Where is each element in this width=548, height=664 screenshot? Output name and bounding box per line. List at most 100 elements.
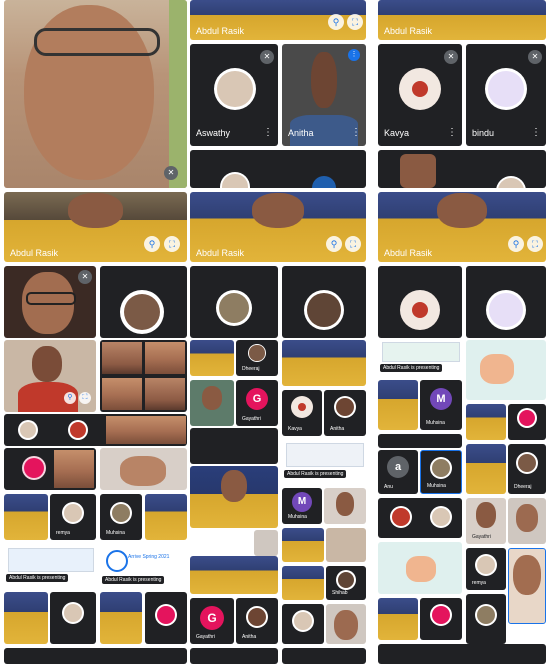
- participant-tile-muhsina-2[interactable]: [50, 592, 96, 644]
- participant-tile-abdul-c2e[interactable]: [282, 566, 324, 600]
- participant-tile-abdul-3[interactable]: Abdul Rasik ⚲ ⛶: [378, 192, 546, 262]
- participant-tile-c2-face[interactable]: [324, 488, 366, 524]
- participant-tile-abdul-bottom-2[interactable]: [100, 592, 142, 644]
- avatar-letter: G: [246, 388, 268, 410]
- participant-tile-remya[interactable]: [190, 266, 278, 338]
- slide-presenting-c3[interactable]: Abdul Rasik is presenting: [378, 340, 462, 376]
- participant-tile-muhsina-c3b[interactable]: [508, 404, 546, 440]
- cartoon-figure: [480, 354, 514, 384]
- participant-name: Abdul Rasik: [10, 248, 59, 258]
- participant-tile-remya-c3[interactable]: remya: [466, 548, 506, 590]
- participant-tile-c3-glasses[interactable]: [508, 498, 546, 544]
- participant-tile-shihab-c2[interactable]: Shihab: [326, 566, 366, 600]
- participant-tile-abdul-c2a[interactable]: [190, 340, 234, 376]
- participant-tile-lady-red[interactable]: ⚲ ⛶: [4, 340, 96, 412]
- pin-icon[interactable]: ⚲: [326, 236, 342, 252]
- participant-tile-abdul-c2d[interactable]: [282, 528, 324, 562]
- participant-tile-lady-video[interactable]: [100, 448, 187, 490]
- avatar: [120, 290, 164, 334]
- slide-cartoon-c3[interactable]: [378, 542, 462, 594]
- slide-thumb[interactable]: Arrive Spring 2021 Abdul Rasik is presen…: [100, 544, 187, 588]
- participant-tile-abdul-1[interactable]: Abdul Rasik ⚲ ⛶: [4, 192, 187, 262]
- participant-tile-anitha[interactable]: ⋮ Anitha ⋮: [282, 44, 366, 146]
- participant-tile-c2-glasses[interactable]: [326, 604, 366, 644]
- participant-tile-c2-small[interactable]: [326, 528, 366, 562]
- slide-presenting[interactable]: Abdul Rasik is presenting: [4, 544, 96, 588]
- avatar-letter: M: [292, 492, 312, 512]
- fullscreen-icon[interactable]: ⛶: [527, 236, 543, 252]
- participant-tile-muhsina-c3[interactable]: M Muhsina: [420, 380, 462, 430]
- participant-tile-c3-lady[interactable]: [508, 548, 546, 624]
- participant-tile-kavya[interactable]: ✕ Kavya ⋮: [378, 44, 462, 146]
- pin-icon[interactable]: ⚲: [508, 236, 524, 252]
- participant-tile-c3-bottom: [378, 644, 546, 664]
- participant-tile-muhsina[interactable]: Muhsina: [100, 494, 142, 540]
- participant-tile-kavya-2[interactable]: [378, 266, 462, 338]
- avatar: [22, 456, 46, 480]
- participant-tile-muhsina-c3d[interactable]: [420, 598, 462, 640]
- fullscreen-icon[interactable]: ⛶: [164, 236, 180, 252]
- participant-tile-anitha-c2[interactable]: Anitha: [324, 390, 366, 436]
- participant-tile-anu[interactable]: a Anu: [378, 450, 418, 494]
- participant-tile-c2-lady[interactable]: [190, 380, 234, 426]
- participant-tile-abdul-small[interactable]: [4, 494, 48, 540]
- more-vert-icon[interactable]: ⋮: [531, 128, 541, 138]
- participant-tile-grid-small: [100, 340, 187, 412]
- participant-tile-muhsina-c3c[interactable]: Muhsina: [420, 450, 462, 494]
- avatar: [475, 554, 497, 576]
- participant-tile-c2-video[interactable]: [254, 530, 278, 556]
- participant-tile-abdul-c3d[interactable]: [378, 598, 418, 640]
- video-feed: [145, 378, 185, 410]
- avatar: [496, 176, 526, 188]
- participant-tile-aswathy[interactable]: ✕ Aswathy ⋮: [190, 44, 278, 146]
- participant-tile-abdul-c3b[interactable]: [466, 404, 506, 440]
- fullscreen-icon[interactable]: ⛶: [345, 236, 361, 252]
- participant-tile-nimisha[interactable]: ✕: [4, 266, 96, 338]
- participant-tile-gayathri-c3[interactable]: Gayathri: [466, 498, 506, 544]
- participant-tile-c3-avatar[interactable]: [378, 498, 462, 538]
- participant-tile-dheeraj-c3[interactable]: Dheeraj: [508, 444, 546, 494]
- pin-icon[interactable]: ⚲: [144, 236, 160, 252]
- participant-tile-row5: [4, 448, 96, 490]
- participant-tile-abdul-top-3[interactable]: Abdul Rasik: [378, 0, 546, 40]
- more-vert-icon[interactable]: ⋮: [351, 128, 361, 138]
- participant-tile-dheeraj-c2[interactable]: Dheeraj: [236, 340, 278, 376]
- avatar: [517, 408, 537, 428]
- pin-icon[interactable]: ⚲: [64, 392, 76, 404]
- participant-tile-abdul-small-2[interactable]: [145, 494, 187, 540]
- participant-tile-pink[interactable]: [145, 592, 187, 644]
- participant-tile-abdul-c3a[interactable]: [378, 380, 418, 430]
- more-vert-icon[interactable]: ⋮: [263, 128, 273, 138]
- participant-tile-abdul-bottom-1[interactable]: [4, 592, 48, 644]
- participant-tile-abdul-top[interactable]: Abdul Rasik ⚲ ⛶: [190, 0, 366, 40]
- participant-tile-bindu-2[interactable]: [466, 266, 546, 338]
- participant-tile-gayathri-2[interactable]: G Gayathri: [190, 598, 234, 644]
- participant-tile-dheeraj[interactable]: [100, 266, 187, 338]
- more-vert-icon[interactable]: ⋮: [447, 128, 457, 138]
- participant-tile-gayathri[interactable]: G Gayathri: [236, 380, 278, 426]
- participant-tile-abdul-c2-b[interactable]: [190, 556, 278, 594]
- participant-tile-abdul-c2c[interactable]: [282, 340, 366, 386]
- avatar: [155, 604, 177, 626]
- slide-cartoon[interactable]: [466, 340, 546, 400]
- participant-tile-bindu[interactable]: ✕ bindu ⋮: [466, 44, 546, 146]
- participant-name: remya: [56, 530, 70, 536]
- participant-tile-abdul-c2-big[interactable]: [190, 466, 278, 528]
- avatar-letter: a: [387, 456, 409, 478]
- participant-tile-muhsina-c2[interactable]: M Muhsina: [282, 488, 322, 524]
- participant-tile-shihab[interactable]: [282, 266, 366, 338]
- participant-name: Muhsina: [106, 530, 125, 536]
- presenting-banner: Abdul Rasik is presenting: [284, 470, 347, 478]
- participant-tile-gayathri-c2[interactable]: [282, 604, 324, 644]
- avatar: [516, 452, 538, 474]
- participant-tile-abdul-c3c[interactable]: [466, 444, 506, 494]
- participant-tile-kavya-c2[interactable]: Kavya: [282, 390, 322, 436]
- fullscreen-icon[interactable]: ⛶: [79, 392, 91, 404]
- participant-tile-abdul-2[interactable]: Abdul Rasik ⚲ ⛶: [190, 192, 366, 262]
- fullscreen-icon[interactable]: ⛶: [347, 14, 363, 30]
- participant-tile-anitha-2[interactable]: Anitha: [236, 598, 278, 644]
- participant-tile-main[interactable]: ✕: [4, 0, 187, 188]
- pin-icon[interactable]: ⚲: [328, 14, 344, 30]
- slide-presenting-c2[interactable]: Abdul Rasik is presenting: [282, 440, 366, 484]
- participant-tile-remya-small[interactable]: remya: [50, 494, 96, 540]
